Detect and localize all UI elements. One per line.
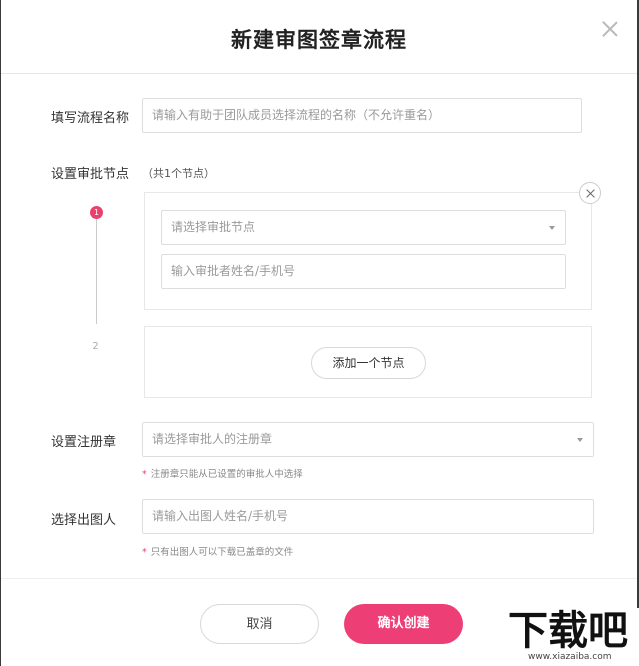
- approver-input[interactable]: 输入审批者姓名/手机号: [161, 254, 566, 289]
- approval-nodes-label: 设置审批节点: [51, 167, 130, 182]
- flow-name-input[interactable]: 请输入有助于团队成员选择流程的名称（不允许重名）: [142, 98, 582, 133]
- issuer-input[interactable]: 请输入出图人姓名/手机号: [142, 499, 594, 534]
- confirm-create-button[interactable]: 确认创建: [344, 604, 463, 644]
- seal-select[interactable]: 请选择审批人的注册章: [142, 422, 594, 457]
- approval-node-select-text: 请选择审批节点: [171, 220, 256, 234]
- node-index-1: 1: [90, 206, 103, 219]
- chevron-down-icon: [577, 438, 583, 442]
- remove-node-icon[interactable]: [579, 182, 601, 204]
- issuer-hint: * 只有出图人可以下载已盖章的文件: [142, 544, 293, 558]
- dialog-title: 新建审图签章流程: [231, 28, 407, 52]
- seal-hint-text: 注册章只能从已设置的审批人中选择: [150, 469, 303, 480]
- node-index-2: 2: [92, 341, 99, 352]
- approval-node-select[interactable]: 请选择审批节点: [161, 210, 566, 245]
- add-node-button[interactable]: 添加一个节点: [311, 347, 426, 379]
- node-timeline: [96, 218, 97, 324]
- required-star: *: [142, 547, 147, 558]
- required-star: *: [142, 469, 147, 480]
- watermark-logo-text: 下载吧: [508, 608, 628, 654]
- close-icon[interactable]: [601, 20, 619, 38]
- node-count-text: （共1个节点）: [142, 167, 215, 180]
- seal-label: 设置注册章: [51, 435, 117, 450]
- issuer-label: 选择出图人: [51, 513, 117, 528]
- add-node-card: 添加一个节点: [144, 326, 592, 398]
- create-flow-dialog: 新建审图签章流程 填写流程名称 请输入有助于团队成员选择流程的名称（不允许重名）…: [1, 0, 637, 666]
- dialog-header: 新建审图签章流程: [1, 0, 637, 74]
- approval-node-card: 请选择审批节点 输入审批者姓名/手机号: [144, 192, 592, 310]
- watermark-logo: 下载吧 www.xiazaiba.com: [502, 608, 639, 666]
- seal-hint: * 注册章只能从已设置的审批人中选择: [142, 466, 303, 480]
- issuer-hint-text: 只有出图人可以下载已盖章的文件: [150, 547, 294, 558]
- chevron-down-icon: [549, 226, 555, 230]
- footer-divider: [1, 578, 637, 579]
- cancel-button[interactable]: 取消: [200, 604, 319, 644]
- watermark-url: www.xiazaiba.com: [528, 652, 612, 662]
- seal-select-text: 请选择审批人的注册章: [152, 432, 273, 446]
- flow-name-label: 填写流程名称: [51, 111, 130, 126]
